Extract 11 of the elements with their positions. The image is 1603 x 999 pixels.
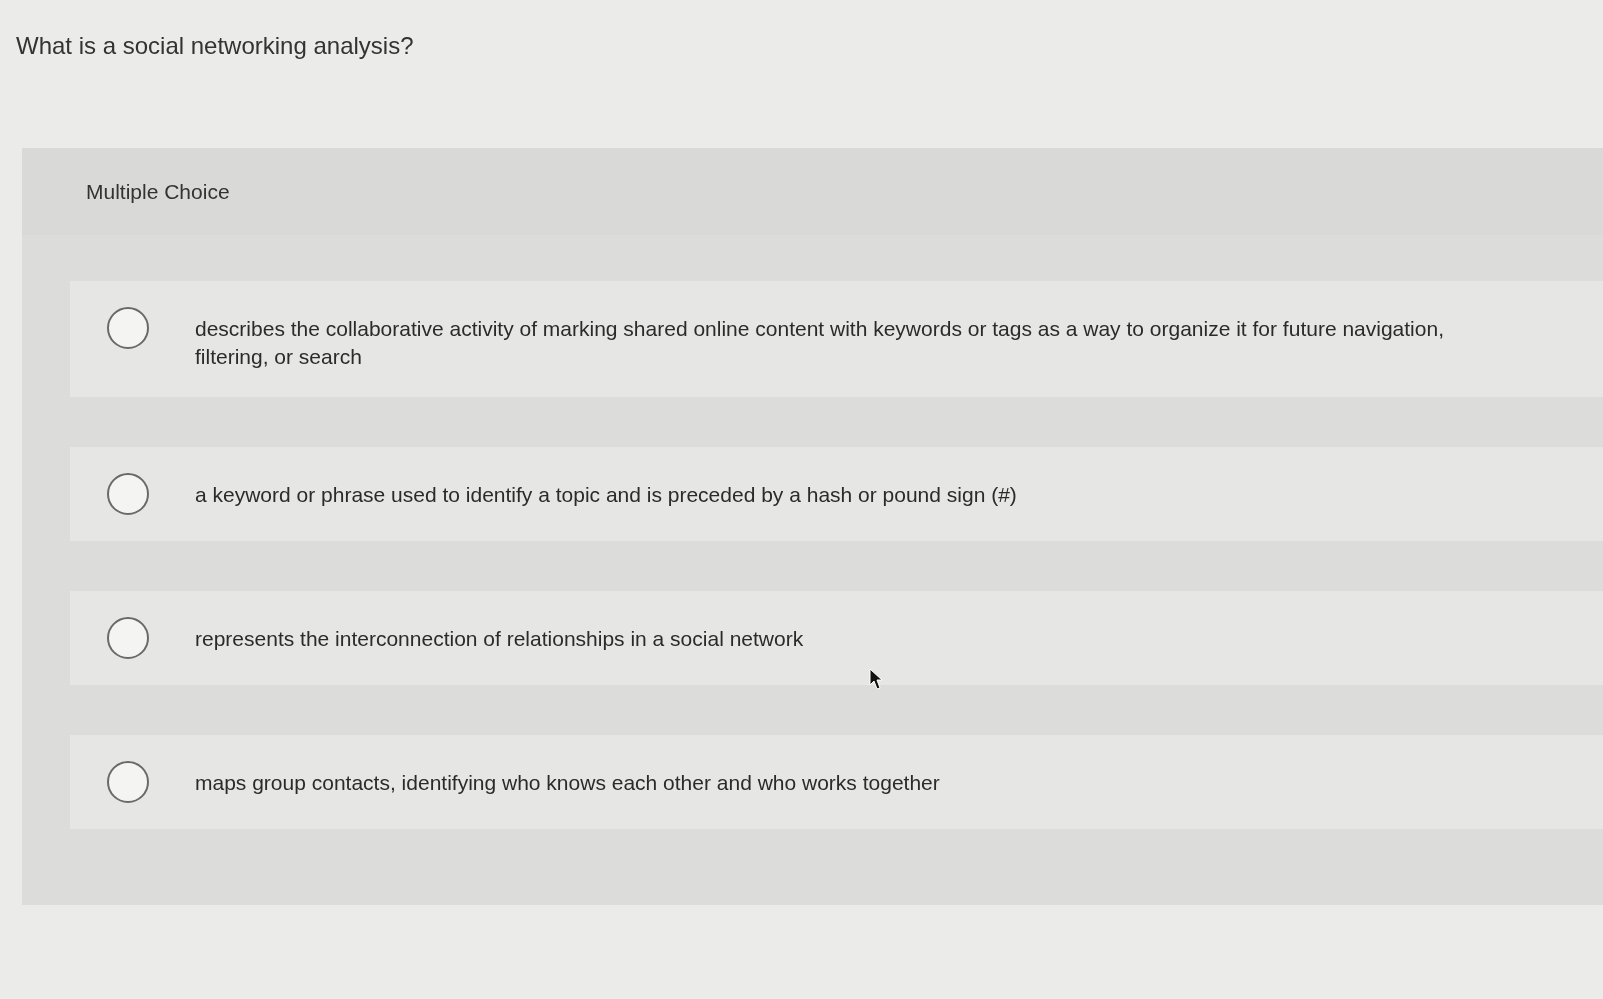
question-text: What is a social networking analysis?	[16, 32, 414, 59]
mouse-pointer-icon	[869, 668, 883, 690]
radio-button[interactable]	[107, 617, 149, 659]
option-text: represents the interconnection of relationships in a social network	[195, 627, 804, 650]
option-text: maps group contacts, identifying who knows each other and who works together	[195, 771, 940, 794]
radio-button[interactable]	[107, 473, 149, 515]
option-text: a keyword or phrase used to identify a topic and is preceded by a hash or pound sign (#)	[195, 483, 1017, 506]
option-text: describes the collaborative activity of marking shared online content with keywords or tags as a way to organize it for future navigation, filtering, or search	[195, 317, 1444, 368]
radio-button[interactable]	[107, 761, 149, 803]
question-type-label: Multiple Choice	[86, 179, 230, 204]
radio-button[interactable]	[107, 307, 149, 349]
